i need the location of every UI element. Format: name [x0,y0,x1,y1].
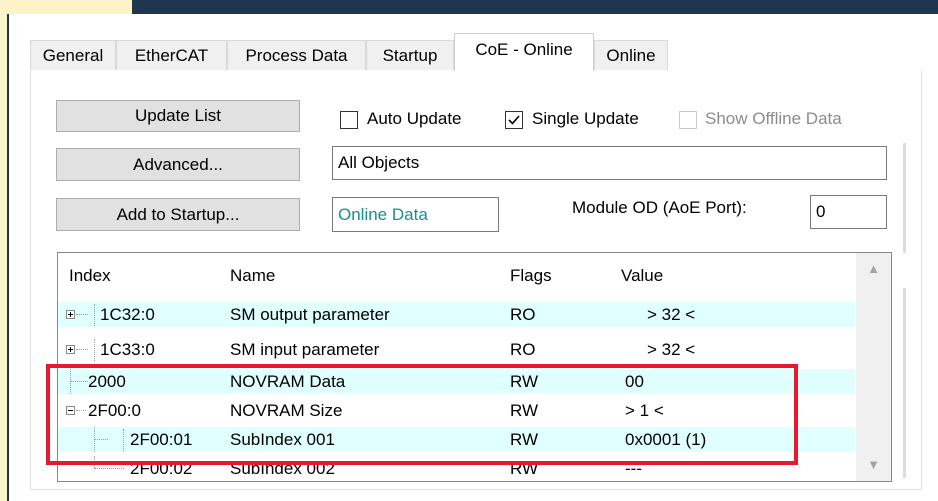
column-header-flags[interactable]: Flags [510,253,552,299]
table-row[interactable]: 1C32:0 SM output parameter RO > 32 < [58,302,855,327]
list-scrollbar[interactable]: ▲ ▼ [856,253,891,481]
window-top-bar [0,0,938,14]
expand-icon[interactable] [66,310,75,319]
module-od-input[interactable]: 0 [810,195,887,229]
tab-online[interactable]: Online [594,40,668,70]
row-flags: RO [510,340,536,359]
tab-startup[interactable]: Startup [366,40,454,70]
data-source-field: Online Data [332,197,499,232]
tab-ethercat[interactable]: EtherCAT [116,40,227,70]
row-index: 1C32:0 [100,305,155,324]
tab-general[interactable]: General [30,40,116,70]
tab-coe-online[interactable]: CoE - Online [454,33,594,71]
column-header-value[interactable]: Value [621,253,663,299]
row-value: > 32 < [647,340,696,359]
expand-icon[interactable] [66,345,75,354]
annotation-highlight-box [46,364,798,465]
advanced-button[interactable]: Advanced... [56,148,300,181]
scroll-down-icon[interactable]: ▼ [856,455,891,475]
row-flags: RO [510,305,536,324]
module-od-label: Module OD (AoE Port): [572,198,747,217]
single-update-checkbox[interactable] [505,111,523,129]
single-update-label: Single Update [532,109,639,128]
add-to-startup-button[interactable]: Add to Startup... [56,198,300,231]
auto-update-label: Auto Update [367,109,462,128]
auto-update-checkbox[interactable] [340,111,358,129]
table-row[interactable]: 1C33:0 SM input parameter RO > 32 < [58,337,855,362]
outer-scroll-track [903,143,906,253]
row-index: 1C33:0 [100,340,155,359]
row-name: SM input parameter [230,340,380,359]
object-filter-select[interactable]: All Objects [332,146,887,180]
update-list-button[interactable]: Update List [56,100,300,132]
column-header-index[interactable]: Index [69,253,111,299]
left-edge [0,14,7,501]
row-name: SM output parameter [230,305,390,324]
outer-scroll-track-lower [903,288,906,478]
row-value: > 32 < [647,305,696,324]
checkmark-icon [508,115,520,125]
column-header-name[interactable]: Name [230,253,275,299]
show-offline-data-label: Show Offline Data [705,109,842,128]
scroll-up-icon[interactable]: ▲ [856,259,891,279]
tab-process-data[interactable]: Process Data [227,40,366,70]
show-offline-data-checkbox[interactable] [679,111,697,129]
title-tab-fragment [0,0,132,14]
